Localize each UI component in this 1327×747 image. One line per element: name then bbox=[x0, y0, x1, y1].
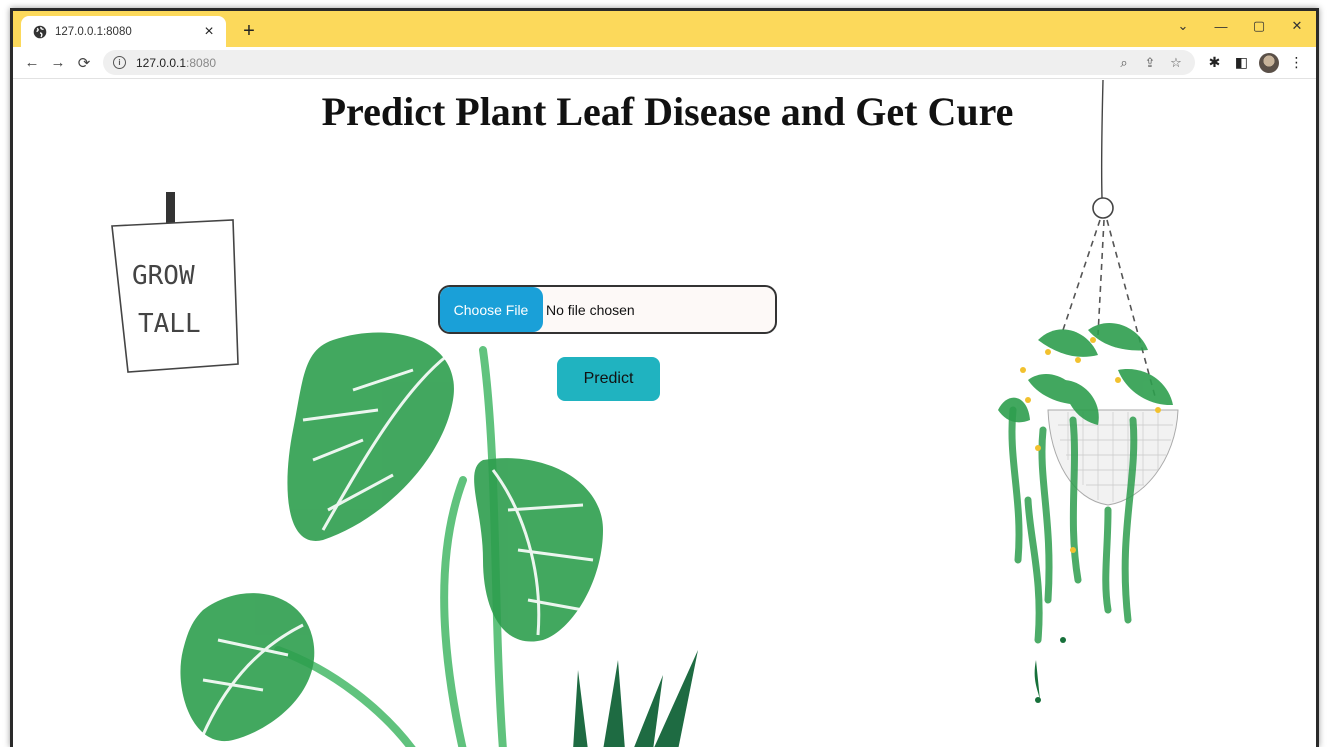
tab-active[interactable]: 127.0.0.1:8080 × bbox=[21, 16, 226, 47]
reload-icon[interactable]: ⟳ bbox=[71, 54, 97, 72]
choose-file-button[interactable]: Choose File bbox=[440, 287, 543, 332]
omnibox-icons: ⌕ ⇪ ☆ bbox=[1111, 55, 1189, 71]
close-window-button[interactable]: ✕ bbox=[1278, 18, 1316, 34]
toolbar-icons: ✱ ◧ ⋮ bbox=[1201, 52, 1310, 73]
file-status-text: No file chosen bbox=[546, 301, 635, 318]
page-title: Predict Plant Leaf Disease and Get Cure bbox=[321, 89, 1014, 134]
profile-avatar[interactable] bbox=[1259, 52, 1279, 73]
site-info-icon[interactable]: i bbox=[113, 56, 126, 69]
zoom-icon[interactable]: ⌕ bbox=[1111, 55, 1137, 71]
new-tab-button[interactable]: + bbox=[238, 20, 260, 42]
restore-button[interactable]: ▢ bbox=[1240, 18, 1278, 34]
bookmark-star-icon[interactable]: ☆ bbox=[1163, 55, 1189, 71]
url-port: :8080 bbox=[186, 55, 217, 70]
share-icon[interactable]: ⇪ bbox=[1137, 55, 1163, 71]
window-controls: ⌄ — ▢ ✕ bbox=[1164, 11, 1316, 41]
address-bar[interactable]: i 127.0.0.1:8080 ⌕ ⇪ ☆ bbox=[103, 50, 1195, 75]
globe-icon bbox=[33, 25, 47, 38]
back-arrow-icon[interactable]: ← bbox=[19, 54, 45, 71]
hanging-plant-illustration bbox=[998, 80, 1179, 703]
sign-line-grow: GROW bbox=[132, 261, 195, 291]
tab-search-icon[interactable]: ⌄ bbox=[1164, 18, 1202, 34]
browser-window: 127.0.0.1:8080 × + ⌄ — ▢ ✕ ← → ⟳ i 127.0… bbox=[10, 8, 1319, 747]
tab-strip: 127.0.0.1:8080 × + ⌄ — ▢ ✕ bbox=[13, 11, 1316, 47]
page-content: GROW TALL Predict Plant Leaf Disease and… bbox=[13, 80, 1316, 747]
minimize-button[interactable]: — bbox=[1202, 19, 1240, 34]
extensions-icon[interactable]: ✱ bbox=[1201, 54, 1228, 71]
side-panel-icon[interactable]: ◧ bbox=[1228, 54, 1255, 71]
browser-toolbar: ← → ⟳ i 127.0.0.1:8080 ⌕ ⇪ ☆ ✱ ◧ ⋮ bbox=[13, 47, 1316, 79]
url-host: 127.0.0.1 bbox=[136, 55, 187, 70]
tab-title: 127.0.0.1:8080 bbox=[55, 25, 132, 38]
tab-close-icon[interactable]: × bbox=[200, 23, 218, 41]
predict-button[interactable]: Predict bbox=[557, 357, 660, 401]
url-text[interactable]: 127.0.0.1:8080 bbox=[136, 56, 1111, 70]
forward-arrow-icon[interactable]: → bbox=[45, 54, 71, 71]
menu-kebab-icon[interactable]: ⋮ bbox=[1283, 54, 1310, 71]
file-upload-field[interactable]: Choose File No file chosen bbox=[438, 285, 777, 334]
